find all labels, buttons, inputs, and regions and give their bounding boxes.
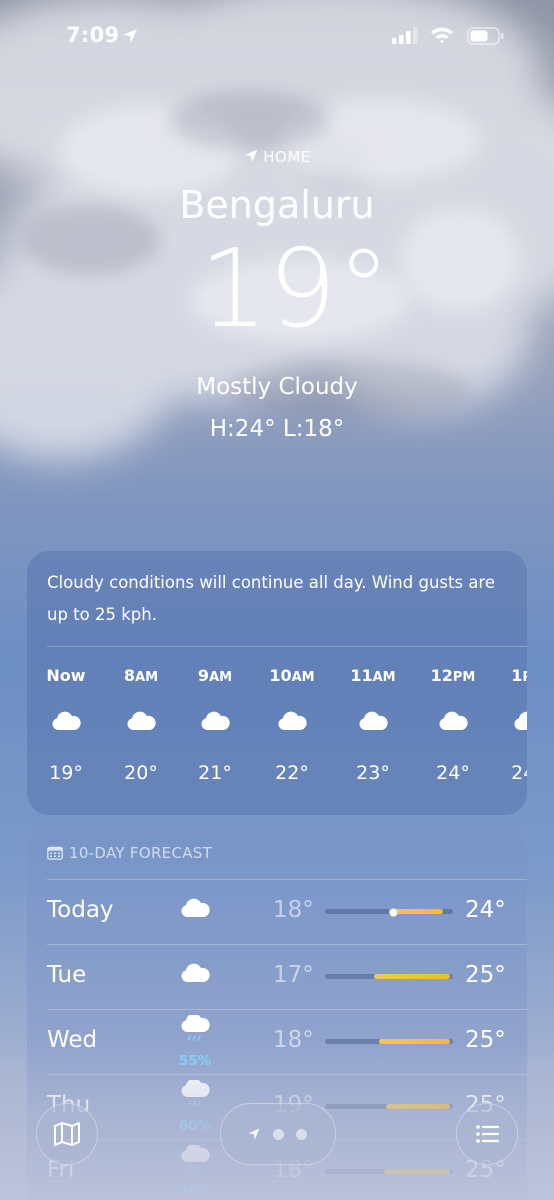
hourly-list[interactable]: Now 19° 8AM 20° 9AM 21° 10AM 22° 11AM 23° 12PM 24° 1… (27, 666, 527, 806)
temperature-range-bar (325, 974, 453, 979)
hour-suffix: PM (452, 670, 476, 685)
hourly-item: 1PM 24° (493, 666, 527, 784)
page-dot (296, 1129, 307, 1140)
temperature-range-fill (373, 974, 451, 979)
cloud-icon (257, 710, 327, 736)
cloud-icon (493, 710, 527, 736)
high-temperature: 25° (465, 1027, 506, 1053)
city-name: Bengaluru (179, 183, 375, 227)
hour-temperature: 24° (436, 762, 470, 784)
cellular-signal-icon (392, 27, 418, 44)
current-temp-marker (388, 908, 398, 917)
hour-suffix: AM (372, 670, 396, 685)
divider (47, 1074, 527, 1075)
hour-suffix: PM (522, 670, 527, 685)
battery-icon (467, 27, 504, 45)
location-arrow-icon (248, 1128, 260, 1140)
current-condition: Mostly Cloudy (196, 374, 358, 400)
forecast-row[interactable]: Today 18° 24° (27, 879, 527, 943)
cloud-icon (180, 710, 250, 736)
divider (47, 879, 527, 880)
forecast-summary: Cloudy conditions will continue all day.… (47, 573, 495, 624)
low-temperature: 17° (273, 962, 314, 988)
hour-temperature: 23° (356, 762, 390, 784)
hour-temperature: 24° (511, 762, 527, 784)
hour-suffix: AM (209, 670, 233, 685)
status-time: 7:09 (66, 23, 120, 47)
status-bar: 7:09 (0, 0, 554, 76)
forecast-header: 10-DAY FORECAST (47, 844, 212, 862)
hour-number: 11 (350, 666, 373, 685)
hour-temperature: 22° (275, 762, 309, 784)
home-label: HOME (263, 148, 311, 166)
precipitation-chance: 55% (178, 1053, 212, 1069)
high-low-temperature: H:24° L:18° (209, 416, 345, 442)
hourly-forecast-card[interactable]: Cloudy conditions will continue all day.… (27, 551, 527, 815)
location-arrow-icon (245, 149, 258, 163)
forecast-row[interactable]: Wed 55% 18° 25° (27, 1009, 527, 1073)
hourly-item: 11AM 23° (338, 666, 408, 784)
map-button[interactable] (36, 1103, 98, 1165)
low-temperature: 18° (273, 1027, 314, 1053)
list-icon (476, 1125, 500, 1143)
temperature-range-bar (325, 908, 453, 917)
hour-number: Now (46, 666, 86, 685)
hour-number: 10 (269, 666, 292, 685)
day-label: Wed (47, 1027, 98, 1053)
current-temperature: 19° (199, 227, 391, 352)
hour-label: 9AM (180, 666, 250, 690)
temperature-range-bar (325, 1039, 453, 1044)
page-dot (273, 1129, 284, 1140)
precipitation-chance: 40% (178, 1183, 212, 1199)
cloud-icon (31, 710, 101, 736)
hour-suffix: AM (291, 670, 315, 685)
hour-temperature: 21° (198, 762, 232, 784)
hourly-item: Now 19° (31, 666, 101, 784)
location-arrow-icon (123, 29, 137, 43)
temperature-range-fill (378, 1039, 451, 1044)
divider (47, 944, 527, 945)
low-temperature: 18° (273, 897, 314, 923)
day-label: Today (47, 897, 114, 923)
day-label: Tue (47, 962, 87, 988)
hourly-item: 10AM 22° (257, 666, 327, 784)
hour-suffix: AM (135, 670, 159, 685)
map-icon (54, 1122, 80, 1146)
divider (47, 1009, 527, 1010)
home-location-label: HOME (0, 148, 554, 166)
hour-temperature: 20° (124, 762, 158, 784)
hour-number: 1 (511, 666, 523, 685)
hour-label: 10AM (257, 666, 327, 690)
hour-number: 9 (197, 666, 210, 685)
high-temperature: 24° (465, 897, 506, 923)
divider (47, 646, 527, 647)
cloud-icon (106, 710, 176, 736)
bottom-toolbar (0, 1100, 554, 1170)
city-list-button[interactable] (456, 1103, 518, 1165)
hour-number: 8 (123, 666, 136, 685)
cloud-icon (338, 710, 408, 736)
hour-label: 8AM (106, 666, 176, 690)
forecast-row[interactable]: Tue 17° 25° (27, 944, 527, 1008)
hour-label: 1PM (493, 666, 527, 690)
hourly-item: 12PM 24° (418, 666, 488, 784)
calendar-icon (47, 846, 63, 860)
hour-temperature: 19° (49, 762, 83, 784)
cloud-rain-icon (177, 1013, 213, 1051)
cloud-icon (418, 710, 488, 736)
page-indicator[interactable] (220, 1103, 336, 1165)
hour-label: 11AM (338, 666, 408, 690)
high-temperature: 25° (465, 962, 506, 988)
hourly-item: 8AM 20° (106, 666, 176, 784)
forecast-header-label: 10-DAY FORECAST (69, 844, 213, 862)
cloud-icon (177, 897, 213, 923)
cloud-icon (177, 962, 213, 988)
hour-label: 12PM (418, 666, 488, 690)
hourly-item: 9AM 21° (180, 666, 250, 784)
hour-label: Now (31, 666, 101, 690)
wifi-icon (431, 27, 453, 44)
hour-number: 12 (430, 666, 453, 685)
